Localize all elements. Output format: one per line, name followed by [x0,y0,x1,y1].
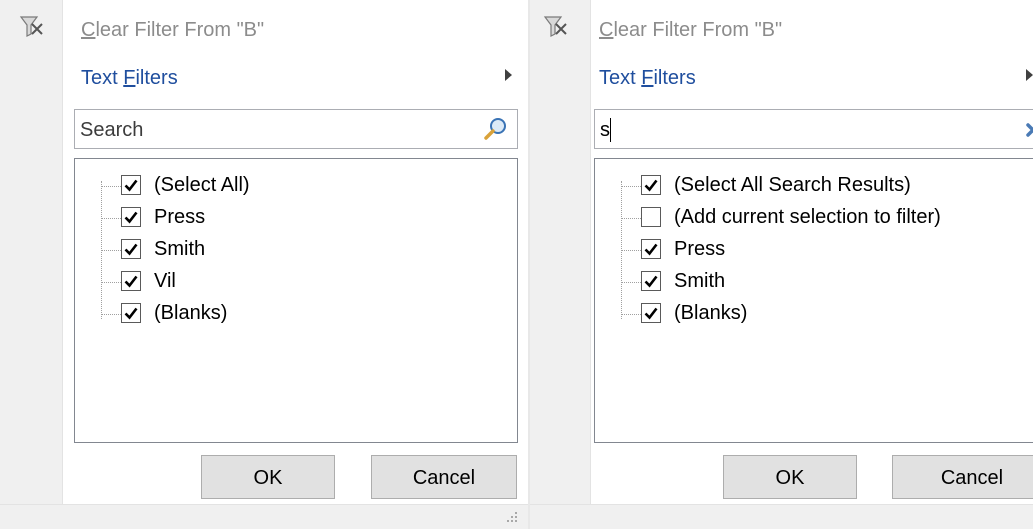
checkbox-checked[interactable] [121,175,141,195]
list-item[interactable]: Press [595,234,1033,264]
list-item[interactable]: (Select All Search Results) [595,170,1033,200]
checkbox-checked[interactable] [121,239,141,259]
tree-connector [101,186,121,187]
magnifier-icon[interactable] [483,116,509,142]
checkbox-checked[interactable] [121,207,141,227]
list-item[interactable]: (Select All) [75,170,517,200]
cancel-button[interactable]: Cancel [371,455,517,499]
tree-connector [101,218,121,219]
clear-filter-label: Clear Filter From "B" [599,19,783,41]
list-item-label: (Select All) [154,174,250,196]
resize-grip-icon[interactable] [504,511,518,525]
ok-button[interactable]: OK [201,455,335,499]
checkbox-checked[interactable] [641,271,661,291]
checkmark-icon [644,243,658,256]
list-item[interactable]: Smith [595,266,1033,296]
tree-connector [101,282,121,283]
list-item-label: Smith [674,270,726,292]
checkbox-unchecked[interactable] [641,207,661,227]
chevron-right-icon [1026,69,1033,81]
tree-connector [621,282,641,283]
tree-connector [621,218,641,219]
list-item-label: Vil [154,270,176,292]
list-item-label: (Add current selection to filter) [674,206,941,228]
checkmark-icon [124,275,138,288]
checkmark-icon [124,243,138,256]
close-x-icon[interactable] [1023,118,1033,142]
tree-connector [621,314,641,315]
list-item-label: Press [674,238,726,260]
list-item-label: Press [154,206,206,228]
filter-panel-right: Clear Filter From "B" Text Filters s (Se… [530,0,1033,529]
list-item-label: (Select All Search Results) [674,174,911,196]
checkmark-icon [644,179,658,192]
search-input[interactable]: Search [74,109,518,149]
cancel-button[interactable]: Cancel [892,455,1033,499]
clear-filter-icon [19,16,43,37]
checkbox-checked[interactable] [641,175,661,195]
checkbox-checked[interactable] [121,303,141,323]
search-input[interactable]: s [594,109,1033,149]
checkmark-icon [124,211,138,224]
values-checklist: (Select All Search Results) (Add current … [594,158,1033,443]
tree-connector [621,186,641,187]
text-caret [610,118,611,142]
list-item[interactable]: (Blanks) [75,298,517,328]
resize-bar [530,504,1033,529]
chevron-right-icon [505,69,512,81]
checkmark-icon [644,307,658,320]
list-item[interactable]: (Add current selection to filter) [595,202,1033,232]
clear-filter-icon [543,16,567,37]
list-item-label: (Blanks) [674,302,748,324]
filter-panel-left: Clear Filter From "B" Text Filters Searc… [0,0,530,529]
list-item-label: Smith [154,238,206,260]
list-item[interactable]: Smith [75,234,517,264]
checkmark-icon [124,179,138,192]
checkbox-checked[interactable] [641,303,661,323]
text-filters-menu-item[interactable]: Text Filters [599,66,696,90]
search-value: s [600,119,610,141]
menu-icon-gutter [530,0,591,505]
list-item[interactable]: (Blanks) [595,298,1033,328]
text-filters-menu-item[interactable]: Text Filters [81,66,178,90]
checkmark-icon [124,307,138,320]
list-item[interactable]: Vil [75,266,517,296]
tree-connector [101,314,121,315]
checkmark-icon [644,275,658,288]
resize-bar [0,504,530,529]
clear-filter-menu-item[interactable]: Clear Filter From "B" [599,18,782,42]
menu-icon-gutter [0,0,63,505]
list-item[interactable]: Press [75,202,517,232]
search-placeholder: Search [80,119,144,141]
ok-button[interactable]: OK [723,455,857,499]
clear-filter-label: Clear Filter From "B" [81,19,265,41]
text-filters-label: Text Filters [81,67,178,89]
values-checklist: (Select All) Press Smith Vil (Blanks) [74,158,518,443]
list-item-label: (Blanks) [154,302,228,324]
checkbox-checked[interactable] [641,239,661,259]
tree-connector [621,250,641,251]
text-filters-label: Text Filters [599,67,696,89]
tree-connector [101,250,121,251]
clear-filter-menu-item[interactable]: Clear Filter From "B" [81,18,264,42]
checkbox-checked[interactable] [121,271,141,291]
